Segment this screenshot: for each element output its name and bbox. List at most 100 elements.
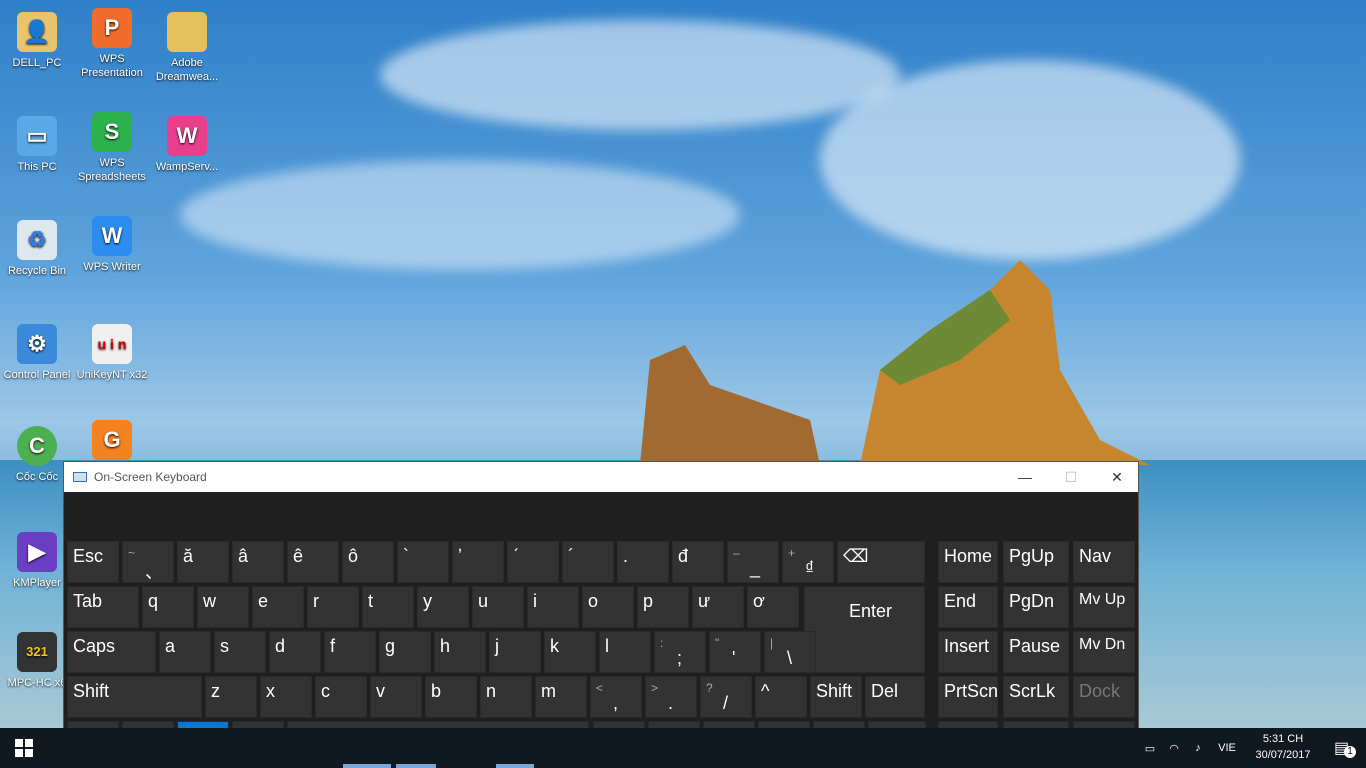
key-label: ; (677, 648, 683, 668)
key-symbol[interactable]: <, (590, 676, 642, 718)
key-symbol[interactable]: đ (672, 541, 724, 583)
key-y[interactable]: y (417, 586, 469, 628)
key-symbol[interactable]: | \ (764, 631, 816, 673)
key-e[interactable]: e (252, 586, 304, 628)
key-x[interactable]: x (260, 676, 312, 718)
battery-icon[interactable]: ▭ (1138, 742, 1162, 755)
desktop-icon-recycle-bin[interactable]: ♻ Recycle Bin (0, 220, 74, 278)
action-center-button[interactable]: ▤ 1 (1334, 738, 1356, 758)
key-label: c (321, 681, 330, 701)
key-j[interactable]: j (489, 631, 541, 673)
key-f[interactable]: f (324, 631, 376, 673)
desktop-icon-foxit[interactable]: G (75, 420, 149, 464)
key-z[interactable]: z (205, 676, 257, 718)
desktop-icon-wampserver[interactable]: W WampServ... (150, 116, 224, 174)
key-mvup[interactable]: Mv Up (1073, 586, 1135, 628)
key-symbol[interactable]: ? / (700, 676, 752, 718)
key-shift[interactable]: Shift (810, 676, 862, 718)
key-symbol[interactable]: ´ (562, 541, 614, 583)
desktop-icon-control-panel[interactable]: ⚙ Control Panel (0, 324, 74, 382)
key-symbol[interactable]: ˊ (507, 541, 559, 583)
key-symbol[interactable]: ` (397, 541, 449, 583)
key-u[interactable]: u (472, 586, 524, 628)
key-symbol[interactable]: ă (177, 541, 229, 583)
desktop-icon-dell-pc[interactable]: 👤 DELL_PC (0, 12, 74, 70)
key-l[interactable]: l (599, 631, 651, 673)
key-prtscn[interactable]: PrtScn (938, 676, 998, 718)
key-r[interactable]: r (307, 586, 359, 628)
key-b[interactable]: b (425, 676, 477, 718)
key-symbol[interactable]: . (617, 541, 669, 583)
desktop-icon-wps-presentation[interactable]: P WPS Presentation (75, 8, 149, 80)
desktop-icon-unikey[interactable]: u i n UniKeyNT x32 (75, 324, 149, 382)
clock-time: 5:31 CH (1262, 733, 1304, 745)
key-symbol[interactable]: " ' (709, 631, 761, 673)
key-scrlk[interactable]: ScrLk (1003, 676, 1069, 718)
key-symbol[interactable]: ê (287, 541, 339, 583)
wifi-icon[interactable]: ◠ (1162, 742, 1186, 755)
key-symbol[interactable]: ~、 (122, 541, 174, 583)
key-symbol[interactable]: â (232, 541, 284, 583)
key-mvdn[interactable]: Mv Dn (1073, 631, 1135, 673)
key-symbol[interactable]: ư (692, 586, 744, 628)
clock[interactable]: 5:31 CH 30/07/2017 (1248, 731, 1318, 763)
minimize-button[interactable]: — (1002, 462, 1048, 492)
key-c[interactable]: c (315, 676, 367, 718)
key-a[interactable]: a (159, 631, 211, 673)
key-p[interactable]: p (637, 586, 689, 628)
key-symbol[interactable]: ^ (755, 676, 807, 718)
key-d[interactable]: d (269, 631, 321, 673)
desktop-icon-adobe-dreamweaver[interactable]: Adobe Dreamwea... (150, 12, 224, 84)
key-symbol[interactable]: :; (654, 631, 706, 673)
close-button[interactable]: ✕ (1094, 462, 1140, 492)
key-g[interactable]: g (379, 631, 431, 673)
key-pause[interactable]: Pause (1003, 631, 1069, 673)
key-end[interactable]: End (938, 586, 998, 628)
key-symbol[interactable]: ⌫ (837, 541, 925, 583)
key-s[interactable]: s (214, 631, 266, 673)
key-insert[interactable]: Insert (938, 631, 998, 673)
on-screen-keyboard-window[interactable]: On-Screen Keyboard — ☐ ✕ Esc ~、 ă â ê ô ` ʼ ˊ ´. đ… (63, 461, 1139, 764)
language-indicator[interactable]: VIE (1210, 742, 1244, 754)
key-shift[interactable]: Shift (67, 676, 202, 718)
desktop-icon-wps-spreadsheets[interactable]: S WPS Spreadsheets (75, 112, 149, 184)
key-caps[interactable]: Caps (67, 631, 156, 673)
key-symbol[interactable]: – _ (727, 541, 779, 583)
key-esc[interactable]: Esc (67, 541, 119, 583)
key-symbol[interactable]: + ₫ (782, 541, 834, 583)
key-symbol[interactable]: ơ (747, 586, 799, 628)
desktop-icon-wps-writer[interactable]: W WPS Writer (75, 216, 149, 274)
key-i[interactable]: i (527, 586, 579, 628)
key-del[interactable]: Del (865, 676, 925, 718)
key-symbol[interactable]: ʼ (452, 541, 504, 583)
taskbar-app-indicator (343, 764, 391, 768)
wps-presentation-icon: P (92, 8, 132, 48)
key-v[interactable]: v (370, 676, 422, 718)
key-o[interactable]: o (582, 586, 634, 628)
key-m[interactable]: m (535, 676, 587, 718)
key-symbol[interactable]: ô (342, 541, 394, 583)
key-tab[interactable]: Tab (67, 586, 139, 628)
key-t[interactable]: t (362, 586, 414, 628)
key-pgdn[interactable]: PgDn (1003, 586, 1069, 628)
title-bar[interactable]: On-Screen Keyboard — ☐ ✕ (64, 462, 1138, 492)
keyboard-icon (73, 472, 87, 482)
key-k[interactable]: k (544, 631, 596, 673)
maximize-button[interactable]: ☐ (1048, 462, 1094, 492)
key-pgup[interactable]: PgUp (1003, 541, 1069, 583)
key-dock[interactable]: Dock (1073, 676, 1135, 718)
key-q[interactable]: q (142, 586, 194, 628)
key-n[interactable]: n (480, 676, 532, 718)
key-nav[interactable]: Nav (1073, 541, 1135, 583)
key-shift-char: + (788, 546, 796, 560)
volume-icon[interactable]: ♪ (1186, 742, 1210, 754)
key-symbol[interactable]: >. (645, 676, 697, 718)
key-h[interactable]: h (434, 631, 486, 673)
key-label: ă (183, 546, 194, 566)
key-enter[interactable]: Enter (804, 586, 925, 673)
key-label: Mv Up (1079, 591, 1126, 608)
start-button[interactable] (0, 728, 48, 768)
key-home[interactable]: Home (938, 541, 998, 583)
desktop-icon-this-pc[interactable]: ▭ This PC (0, 116, 74, 174)
key-w[interactable]: w (197, 586, 249, 628)
